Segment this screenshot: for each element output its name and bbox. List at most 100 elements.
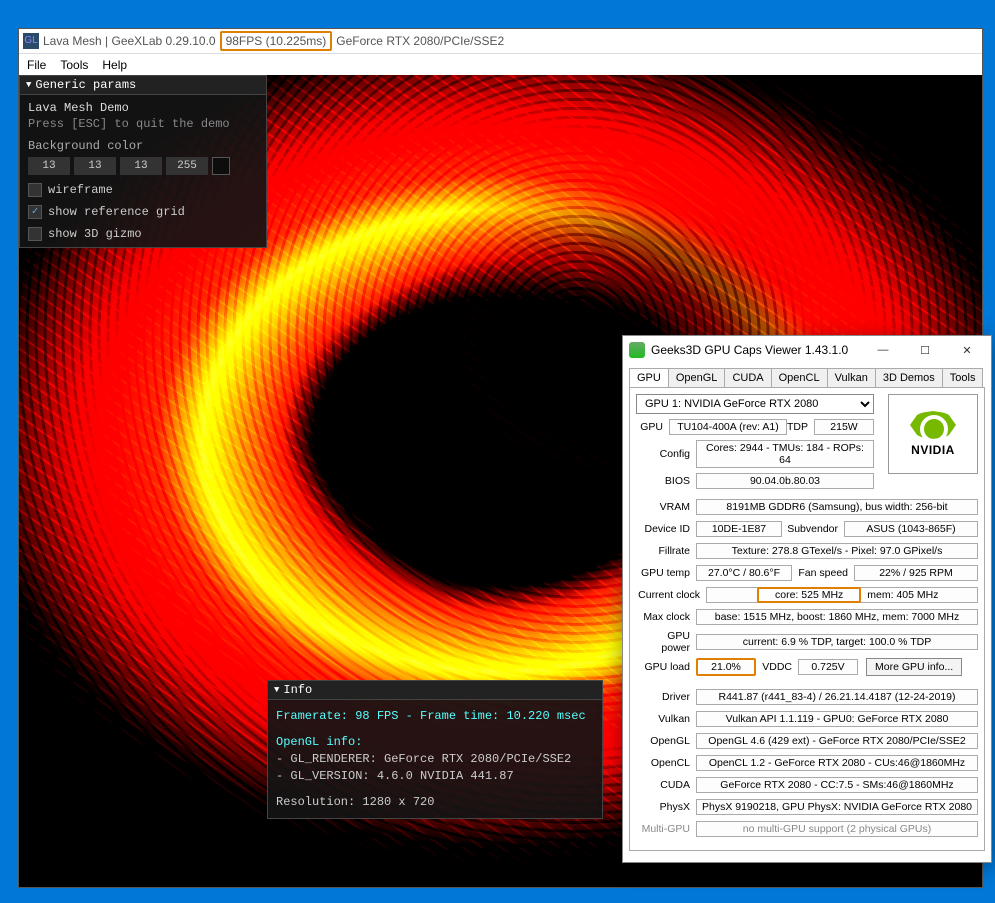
caps-body: GPU 1: NVIDIA GeForce RTX 2080 NVIDIA GP… bbox=[629, 387, 985, 851]
lbl-gpu: GPU bbox=[636, 421, 669, 433]
lbl-mclk: Max clock bbox=[636, 611, 696, 623]
info-panel: ▼ Info Framerate: 98 FPS - Frame time: 1… bbox=[267, 680, 603, 819]
bg-r[interactable]: 13 bbox=[28, 157, 70, 175]
gpu-caps-window: Geeks3D GPU Caps Viewer 1.43.1.0 ― ☐ ✕ G… bbox=[622, 335, 992, 863]
caps-titlebar[interactable]: Geeks3D GPU Caps Viewer 1.43.1.0 ― ☐ ✕ bbox=[623, 336, 991, 364]
nvidia-eye-icon bbox=[910, 411, 956, 439]
lbl-pow: GPU power bbox=[636, 630, 696, 654]
info-version: - GL_VERSION: 4.6.0 NVIDIA 441.87 bbox=[276, 769, 594, 783]
info-framerate: Framerate: 98 FPS - Frame time: 10.220 m… bbox=[276, 709, 594, 723]
cb-grid[interactable]: ✓ bbox=[28, 205, 42, 219]
menu-tools[interactable]: Tools bbox=[60, 58, 88, 72]
tab-tools[interactable]: Tools bbox=[942, 368, 984, 387]
title-app: Lava Mesh | GeeXLab 0.29.10.0 bbox=[43, 34, 216, 48]
bg-g[interactable]: 13 bbox=[74, 157, 116, 175]
close-button[interactable]: ✕ bbox=[949, 340, 985, 360]
bg-swatch[interactable] bbox=[212, 157, 230, 175]
lbl-vram: VRAM bbox=[636, 501, 696, 513]
val-tdp: 215W bbox=[814, 419, 874, 435]
caps-tabs: GPU OpenGL CUDA OpenCL Vulkan 3D Demos T… bbox=[623, 364, 991, 387]
minimize-button[interactable]: ― bbox=[865, 340, 901, 360]
cb-wireframe-label: wireframe bbox=[48, 183, 113, 197]
val-ocl: OpenCL 1.2 - GeForce RTX 2080 - CUs:46@1… bbox=[696, 755, 978, 771]
val-mgpu: no multi-GPU support (2 physical GPUs) bbox=[696, 821, 978, 837]
val-load: 21.0% bbox=[696, 658, 756, 676]
menu-file[interactable]: File bbox=[27, 58, 46, 72]
val-gpu: TU104-400A (rev: A1) bbox=[669, 419, 787, 435]
bgcolor-label: Background color bbox=[28, 139, 258, 153]
tab-opengl[interactable]: OpenGL bbox=[668, 368, 726, 387]
menubar: File Tools Help bbox=[19, 53, 982, 75]
tab-cuda[interactable]: CUDA bbox=[724, 368, 771, 387]
caps-app-icon bbox=[629, 342, 645, 358]
val-fan: 22% / 925 RPM bbox=[854, 565, 978, 581]
tab-opencl[interactable]: OpenCL bbox=[771, 368, 828, 387]
lbl-temp: GPU temp bbox=[636, 567, 696, 579]
app-icon: GL bbox=[23, 33, 39, 49]
nvidia-logo: NVIDIA bbox=[888, 394, 978, 474]
val-physx: PhysX 9190218, GPU PhysX: NVIDIA GeForce… bbox=[696, 799, 978, 815]
val-cclk-mem: mem: 405 MHz bbox=[861, 588, 944, 602]
lbl-cclk: Current clock bbox=[636, 589, 706, 601]
collapse-icon: ▼ bbox=[26, 80, 31, 90]
info-title: Info bbox=[283, 683, 312, 697]
info-header[interactable]: ▼ Info bbox=[267, 680, 603, 700]
nvidia-text: NVIDIA bbox=[911, 443, 955, 457]
lbl-drv: Driver bbox=[636, 691, 696, 703]
params-panel: ▼ Generic params Lava Mesh Demo Press [E… bbox=[19, 75, 267, 248]
val-mclk: base: 1515 MHz, boost: 1860 MHz, mem: 70… bbox=[696, 609, 978, 625]
caps-title-text: Geeks3D GPU Caps Viewer 1.43.1.0 bbox=[651, 343, 859, 357]
val-vk: Vulkan API 1.1.119 - GPU0: GeForce RTX 2… bbox=[696, 711, 978, 727]
lbl-physx: PhysX bbox=[636, 801, 696, 813]
val-fill: Texture: 278.8 GTexel/s - Pixel: 97.0 GP… bbox=[696, 543, 978, 559]
info-ogl-title: OpenGL info: bbox=[276, 735, 594, 749]
lbl-cuda: CUDA bbox=[636, 779, 696, 791]
lbl-ogl: OpenGL bbox=[636, 735, 696, 747]
lbl-vddc: VDDC bbox=[756, 661, 798, 673]
cb-gizmo[interactable] bbox=[28, 227, 42, 241]
val-cclk-core: core: 525 MHz bbox=[757, 587, 861, 603]
lbl-vk: Vulkan bbox=[636, 713, 696, 725]
lbl-subv: Subvendor bbox=[782, 523, 844, 535]
val-temp: 27.0°C / 80.6°F bbox=[696, 565, 792, 581]
info-renderer: - GL_RENDERER: GeForce RTX 2080/PCIe/SSE… bbox=[276, 752, 594, 766]
lbl-tdp: TDP bbox=[787, 421, 814, 433]
tab-gpu[interactable]: GPU bbox=[629, 368, 669, 387]
collapse-icon: ▼ bbox=[274, 685, 279, 695]
bgcolor-row: 13 13 13 255 bbox=[28, 157, 258, 175]
demo-hint: Press [ESC] to quit the demo bbox=[28, 117, 258, 131]
tab-demos[interactable]: 3D Demos bbox=[875, 368, 943, 387]
bg-a[interactable]: 255 bbox=[166, 157, 208, 175]
val-drv: R441.87 (r441_83-4) / 26.21.14.4187 (12-… bbox=[696, 689, 978, 705]
val-devid: 10DE-1E87 bbox=[696, 521, 782, 537]
cb-grid-label: show reference grid bbox=[48, 205, 185, 219]
more-gpu-button[interactable]: More GPU info... bbox=[866, 658, 962, 676]
lbl-bios: BIOS bbox=[636, 475, 696, 487]
lbl-load: GPU load bbox=[636, 661, 696, 673]
lbl-fan: Fan speed bbox=[792, 567, 854, 579]
tab-vulkan[interactable]: Vulkan bbox=[827, 368, 876, 387]
val-vram: 8191MB GDDR6 (Samsung), bus width: 256-b… bbox=[696, 499, 978, 515]
title-gpu: GeForce RTX 2080/PCIe/SSE2 bbox=[336, 34, 504, 48]
demo-title: Lava Mesh Demo bbox=[28, 101, 258, 115]
title-fps-highlight: 98FPS (10.225ms) bbox=[220, 31, 333, 51]
params-title: Generic params bbox=[35, 78, 136, 92]
lbl-ocl: OpenCL bbox=[636, 757, 696, 769]
val-cuda: GeForce RTX 2080 - CC:7.5 - SMs:46@1860M… bbox=[696, 777, 978, 793]
info-res: Resolution: 1280 x 720 bbox=[276, 795, 594, 809]
params-header[interactable]: ▼ Generic params bbox=[19, 75, 267, 95]
titlebar[interactable]: GL Lava Mesh | GeeXLab 0.29.10.0 98FPS (… bbox=[19, 29, 982, 53]
val-bios: 90.04.0b.80.03 bbox=[696, 473, 874, 489]
menu-help[interactable]: Help bbox=[102, 58, 127, 72]
maximize-button[interactable]: ☐ bbox=[907, 340, 943, 360]
lbl-config: Config bbox=[636, 448, 696, 460]
lbl-fill: Fillrate bbox=[636, 545, 696, 557]
lbl-devid: Device ID bbox=[636, 523, 696, 535]
val-pow: current: 6.9 % TDP, target: 100.0 % TDP bbox=[696, 634, 978, 650]
bg-b[interactable]: 13 bbox=[120, 157, 162, 175]
cb-wireframe[interactable] bbox=[28, 183, 42, 197]
val-subv: ASUS (1043-865F) bbox=[844, 521, 978, 537]
gpu-select[interactable]: GPU 1: NVIDIA GeForce RTX 2080 bbox=[636, 394, 874, 414]
val-ogl: OpenGL 4.6 (429 ext) - GeForce RTX 2080/… bbox=[696, 733, 978, 749]
val-vddc: 0.725V bbox=[798, 659, 858, 675]
